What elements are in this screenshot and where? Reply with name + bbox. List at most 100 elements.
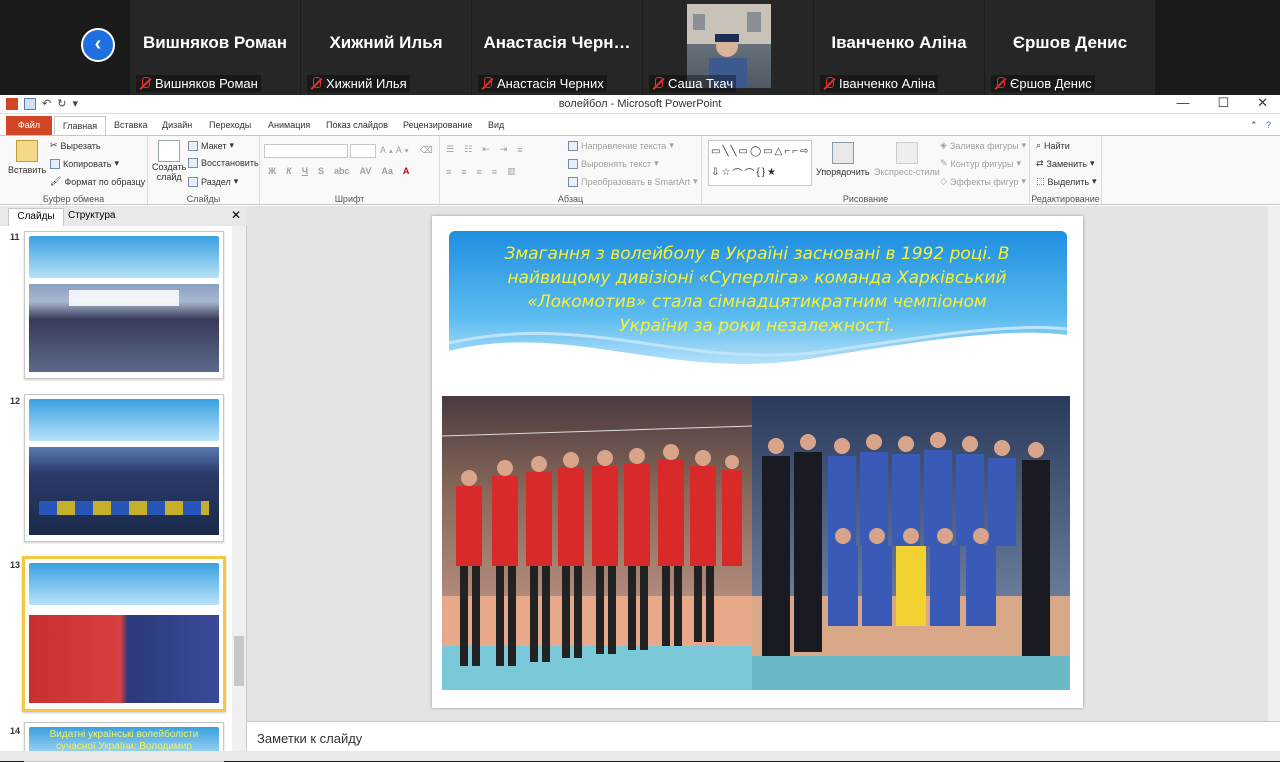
group-drawing: ▭ ╲ ╲ ▭ ◯ ▭ △ ⌐ ⌐ ⇨ ⇩ ☆ ⌒ ⌒{} ★ Упорядочить Экспресс-с… — [702, 136, 1030, 206]
effects-icon: ◇ — [940, 176, 947, 186]
close-icon[interactable]: ✕ — [1257, 95, 1268, 111]
thumbnail-banner — [29, 399, 219, 441]
team-photo — [442, 396, 1070, 690]
tab-design[interactable]: Дизайн — [162, 120, 192, 130]
current-slide[interactable]: Змагання з волейболу в Україні засновані… — [432, 216, 1083, 708]
slides-pane: Слайды Структура ✕ 11 12 13 14 Видатні у… — [0, 206, 247, 762]
zoom-participant-strip: ‹ Вишняков Роман Вишняков Роман Хижний И… — [0, 0, 1280, 95]
thumbnail-photo — [29, 284, 219, 372]
group-editing: ⌕ Найти ⇄ Заменить ▾ ⬚ Выделить ▾ Редактирова… — [1030, 136, 1102, 206]
font-family-combo[interactable] — [264, 144, 348, 158]
tab-view[interactable]: Вид — [488, 120, 504, 130]
group-label: Редактирование — [1031, 194, 1100, 204]
group-label: Шрифт — [334, 194, 365, 204]
thumbnail-banner — [29, 236, 219, 278]
replace-button[interactable]: ⇄ Заменить ▾ — [1036, 158, 1095, 169]
thumbnail-photo — [29, 615, 219, 703]
tab-outline[interactable]: Структура — [68, 210, 115, 221]
tab-insert[interactable]: Вставка — [114, 120, 147, 130]
slide-text[interactable]: Змагання з волейболу в Україні засновані… — [492, 242, 1022, 338]
group-paragraph: ☰ ☷ ⇤ ⇥ ≡ ≡ ≡ ≡ ≡ ▥ Направление текста ▾ Выровнят… — [440, 136, 702, 206]
paste-icon — [16, 140, 39, 162]
layout-button[interactable]: Макет ▾ — [188, 140, 234, 151]
font-style-buttons[interactable]: Ж К Ч Sabc AV Aa A — [268, 166, 409, 176]
participant-tile-video[interactable]: Саша Ткач — [643, 0, 813, 95]
tab-review[interactable]: Рецензирование — [403, 120, 473, 130]
select-button[interactable]: ⬚ Выделить ▾ — [1036, 176, 1097, 187]
back-arrow-icon[interactable]: ‹ — [81, 28, 115, 62]
notes-placeholder: Заметки к слайду — [257, 731, 363, 746]
smartart-button[interactable]: Преобразовать в SmartArt ▾ — [568, 176, 698, 187]
shapes-gallery[interactable]: ▭ ╲ ╲ ▭ ◯ ▭ △ ⌐ ⌐ ⇨ ⇩ ☆ ⌒ ⌒{} ★ — [708, 140, 812, 186]
tab-home[interactable]: Главная — [54, 116, 106, 136]
slide-number: 14 — [10, 726, 21, 736]
copy-button[interactable]: Копировать ▾ — [50, 158, 119, 169]
scrollbar-thumb[interactable] — [234, 636, 244, 686]
section-button[interactable]: Раздел ▾ — [188, 176, 238, 187]
status-bar — [0, 751, 1280, 761]
muted-mic-icon — [652, 76, 664, 91]
slide-editor: Змагання з волейболу в Україні засновані… — [247, 206, 1280, 721]
thumbnail-banner — [29, 563, 219, 605]
muted-mic-icon — [994, 76, 1006, 91]
group-label: Буфер обмена — [42, 194, 105, 204]
help-icon[interactable]: ? — [1266, 120, 1271, 130]
format-painter-button[interactable]: 🖌 Формат по образцу — [50, 176, 145, 187]
participant-tile[interactable]: Єршов Денис Єршов Денис — [985, 0, 1155, 95]
participant-name-large: Іванченко Аліна — [831, 33, 967, 52]
align-text-button[interactable]: Выровнять текст ▾ — [568, 158, 659, 169]
new-slide-button[interactable]: Создать слайд — [152, 140, 186, 182]
cut-button[interactable]: ✂ Вырезать — [50, 140, 101, 151]
font-size-buttons[interactable]: A ▴ A ▾ — [380, 145, 409, 155]
align-text-icon — [568, 158, 578, 169]
quick-styles-button[interactable]: Экспресс-стили — [874, 142, 940, 177]
find-button[interactable]: ⌕ Найти — [1036, 140, 1070, 151]
participant-tile[interactable]: Іванченко Аліна Іванченко Аліна — [814, 0, 984, 95]
participant-tile[interactable]: Вишняков Роман Вишняков Роман — [130, 0, 300, 95]
maximize-icon[interactable]: ☐ — [1217, 95, 1229, 111]
participant-tile[interactable]: Анастасія Черн… Анастасія Черних — [472, 0, 642, 95]
paste-button[interactable]: Вставить — [8, 140, 46, 175]
notes-pane[interactable]: Заметки к слайду — [247, 721, 1280, 751]
muted-mic-icon — [481, 76, 493, 91]
participant-name-label: Єршов Денис — [991, 75, 1095, 92]
window-controls: — ☐ ✕ — [1176, 95, 1268, 111]
new-slide-icon — [158, 140, 181, 162]
muted-mic-icon — [139, 76, 151, 91]
slides-pane-tabs: Слайды Структура ✕ — [0, 206, 247, 226]
align-buttons[interactable]: ≡ ≡ ≡ ≡ ▥ — [446, 166, 516, 177]
copy-icon — [50, 158, 60, 169]
participant-name-label: Іванченко Аліна — [820, 75, 939, 92]
shape-outline-button[interactable]: ✎ Контур фигуры ▾ — [940, 158, 1021, 169]
replace-icon: ⇄ — [1036, 158, 1044, 168]
arrange-button[interactable]: Упорядочить — [816, 142, 870, 177]
slide-editor-scrollbar[interactable] — [1268, 206, 1280, 721]
tab-file[interactable]: Файл — [6, 116, 52, 135]
participant-name-label: Анастасія Черних — [478, 75, 607, 92]
slide-thumbnail-12[interactable] — [24, 394, 224, 542]
minimize-icon[interactable]: — — [1176, 95, 1189, 111]
slide-number: 11 — [10, 232, 20, 242]
close-pane-icon[interactable]: ✕ — [231, 208, 241, 222]
text-direction-button[interactable]: Направление текста ▾ — [568, 140, 674, 151]
reset-button[interactable]: Восстановить — [188, 158, 259, 168]
smartart-icon — [568, 176, 578, 187]
list-buttons[interactable]: ☰ ☷ ⇤ ⇥ ≡ — [446, 144, 523, 155]
muted-mic-icon — [310, 76, 322, 91]
tab-slideshow[interactable]: Показ слайдов — [326, 120, 388, 130]
slide-thumbnail-11[interactable] — [24, 231, 224, 379]
shape-fill-button[interactable]: ◈ Заливка фигуры ▾ — [940, 140, 1026, 151]
shape-effects-button[interactable]: ◇ Эффекты фигур ▾ — [940, 176, 1026, 187]
participant-name-label: Вишняков Роман — [136, 75, 261, 92]
tab-transitions[interactable]: Переходы — [209, 120, 251, 130]
collapse-ribbon-icon[interactable]: ⌃ — [1250, 120, 1258, 131]
participant-name-large: Вишняков Роман — [142, 33, 288, 52]
clear-format-icon[interactable]: ⌫ — [420, 145, 433, 156]
quick-styles-icon — [895, 142, 918, 164]
participant-tile[interactable]: Хижний Илья Хижний Илья — [301, 0, 471, 95]
slide-thumbnail-13[interactable] — [22, 556, 226, 712]
tab-animation[interactable]: Анимация — [268, 120, 310, 130]
participant-name-large: Хижний Илья — [329, 33, 443, 52]
tab-slides[interactable]: Слайды — [8, 208, 64, 226]
font-size-combo[interactable] — [350, 144, 376, 158]
